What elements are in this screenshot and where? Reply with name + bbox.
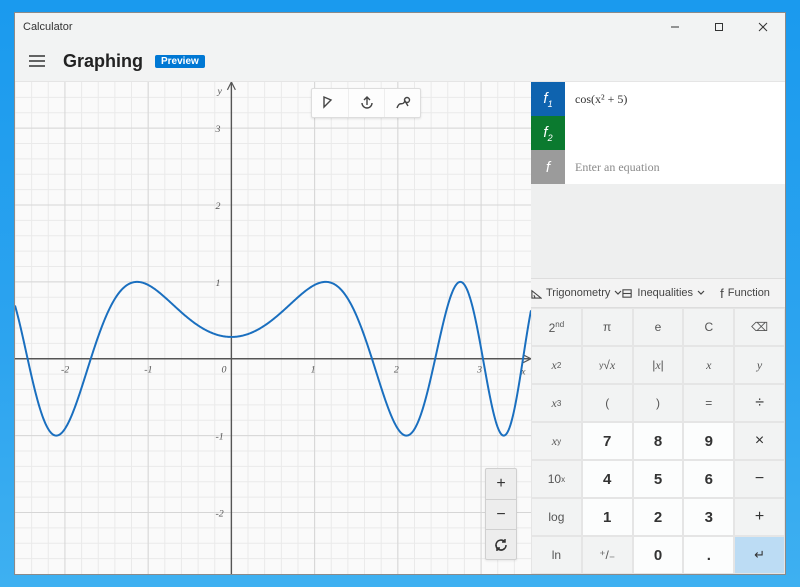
titlebar: Calculator (15, 13, 785, 41)
plot-toolbar (311, 88, 421, 118)
key-subtract[interactable]: − (734, 460, 785, 498)
equation-expr-2[interactable] (565, 116, 785, 150)
key-divide[interactable]: ÷ (734, 384, 785, 422)
svg-text:-1: -1 (216, 432, 224, 443)
zoom-reset-button[interactable] (486, 529, 516, 559)
chevron-down-icon (614, 289, 622, 297)
inequalities-dropdown[interactable]: Inequalities (622, 287, 705, 299)
equation-list: f1 cos(x² + 5) f2 f Enter an equation (531, 82, 785, 184)
zoom-in-button[interactable]: + (486, 469, 516, 499)
key-5[interactable]: 5 (633, 460, 684, 498)
key-xpowy[interactable]: xy (531, 422, 582, 460)
svg-text:2: 2 (216, 201, 221, 212)
key-add[interactable]: + (734, 498, 785, 536)
svg-text:1: 1 (311, 365, 316, 376)
svg-text:1: 1 (216, 278, 221, 289)
key-lparen[interactable]: ( (582, 384, 633, 422)
key-0[interactable]: 0 (633, 536, 684, 574)
key-yvar[interactable]: y (734, 346, 785, 384)
angle-icon (531, 288, 542, 299)
key-xsquared[interactable]: x2 (531, 346, 582, 384)
close-button[interactable] (741, 13, 785, 41)
key-multiply[interactable]: × (734, 422, 785, 460)
key-7[interactable]: 7 (582, 422, 633, 460)
key-negate[interactable]: ⁺/₋ (582, 536, 633, 574)
keypad: 2nd π e C ⌫ x2 y√x |x| x y x3 ( ) = ÷ xy… (531, 308, 785, 574)
inequality-icon (622, 288, 633, 299)
category-bar: Trigonometry Inequalities f Function (531, 278, 785, 308)
equation-badge-1[interactable]: f1 (531, 82, 565, 116)
equation-badge-new[interactable]: f (531, 150, 565, 184)
svg-text:0: 0 (221, 365, 226, 376)
key-equals[interactable]: = (683, 384, 734, 422)
function-button[interactable]: f Function (705, 286, 785, 301)
share-button[interactable] (348, 89, 384, 117)
key-4[interactable]: 4 (582, 460, 633, 498)
header: Graphing Preview (15, 41, 785, 81)
svg-text:-2: -2 (61, 365, 69, 376)
key-second[interactable]: 2nd (531, 308, 582, 346)
equation-expr-1[interactable]: cos(x² + 5) (565, 82, 785, 116)
calculator-window: Calculator Graphing Preview -2-10123-2-1… (14, 12, 786, 575)
key-backspace[interactable]: ⌫ (734, 308, 785, 346)
maximize-button[interactable] (697, 13, 741, 41)
zoom-controls: + − (485, 468, 517, 560)
key-tenpow[interactable]: 10x (531, 460, 582, 498)
key-yroot[interactable]: y√x (582, 346, 633, 384)
chevron-down-icon (697, 289, 705, 297)
right-panel: f1 cos(x² + 5) f2 f Enter an equation Tr… (531, 81, 785, 574)
svg-text:3: 3 (476, 365, 482, 376)
svg-text:2: 2 (394, 365, 399, 376)
key-3[interactable]: 3 (683, 498, 734, 536)
equation-placeholder[interactable]: Enter an equation (565, 150, 785, 184)
key-8[interactable]: 8 (633, 422, 684, 460)
key-log[interactable]: log (531, 498, 582, 536)
svg-text:-1: -1 (144, 365, 152, 376)
svg-text:-2: -2 (216, 508, 224, 519)
preview-badge: Preview (155, 55, 205, 68)
zoom-out-button[interactable]: − (486, 499, 516, 529)
trace-tool-button[interactable] (312, 89, 348, 117)
key-6[interactable]: 6 (683, 460, 734, 498)
key-2[interactable]: 2 (633, 498, 684, 536)
equation-row-1[interactable]: f1 cos(x² + 5) (531, 82, 785, 116)
key-1[interactable]: 1 (582, 498, 633, 536)
graph-settings-button[interactable] (384, 89, 420, 117)
key-9[interactable]: 9 (683, 422, 734, 460)
equation-badge-2[interactable]: f2 (531, 116, 565, 150)
svg-text:3: 3 (215, 124, 221, 135)
trigonometry-dropdown[interactable]: Trigonometry (531, 287, 622, 299)
key-xvar[interactable]: x (683, 346, 734, 384)
key-xcubed[interactable]: x3 (531, 384, 582, 422)
key-ln[interactable]: ln (531, 536, 582, 574)
hamburger-menu-button[interactable] (23, 47, 51, 75)
equation-row-2[interactable]: f2 (531, 116, 785, 150)
equation-row-new[interactable]: f Enter an equation (531, 150, 785, 184)
key-enter[interactable]: ↵ (734, 536, 785, 574)
svg-text:y: y (216, 86, 222, 97)
mode-title: Graphing (63, 51, 143, 72)
key-rparen[interactable]: ) (633, 384, 684, 422)
minimize-button[interactable] (653, 13, 697, 41)
window-title: Calculator (23, 21, 73, 33)
key-clear[interactable]: C (683, 308, 734, 346)
graph-canvas[interactable]: -2-10123-2-1123xy + − (15, 81, 531, 574)
key-decimal[interactable]: . (683, 536, 734, 574)
key-abs[interactable]: |x| (633, 346, 684, 384)
plot-svg: -2-10123-2-1123xy (15, 82, 531, 574)
key-e[interactable]: e (633, 308, 684, 346)
key-pi[interactable]: π (582, 308, 633, 346)
